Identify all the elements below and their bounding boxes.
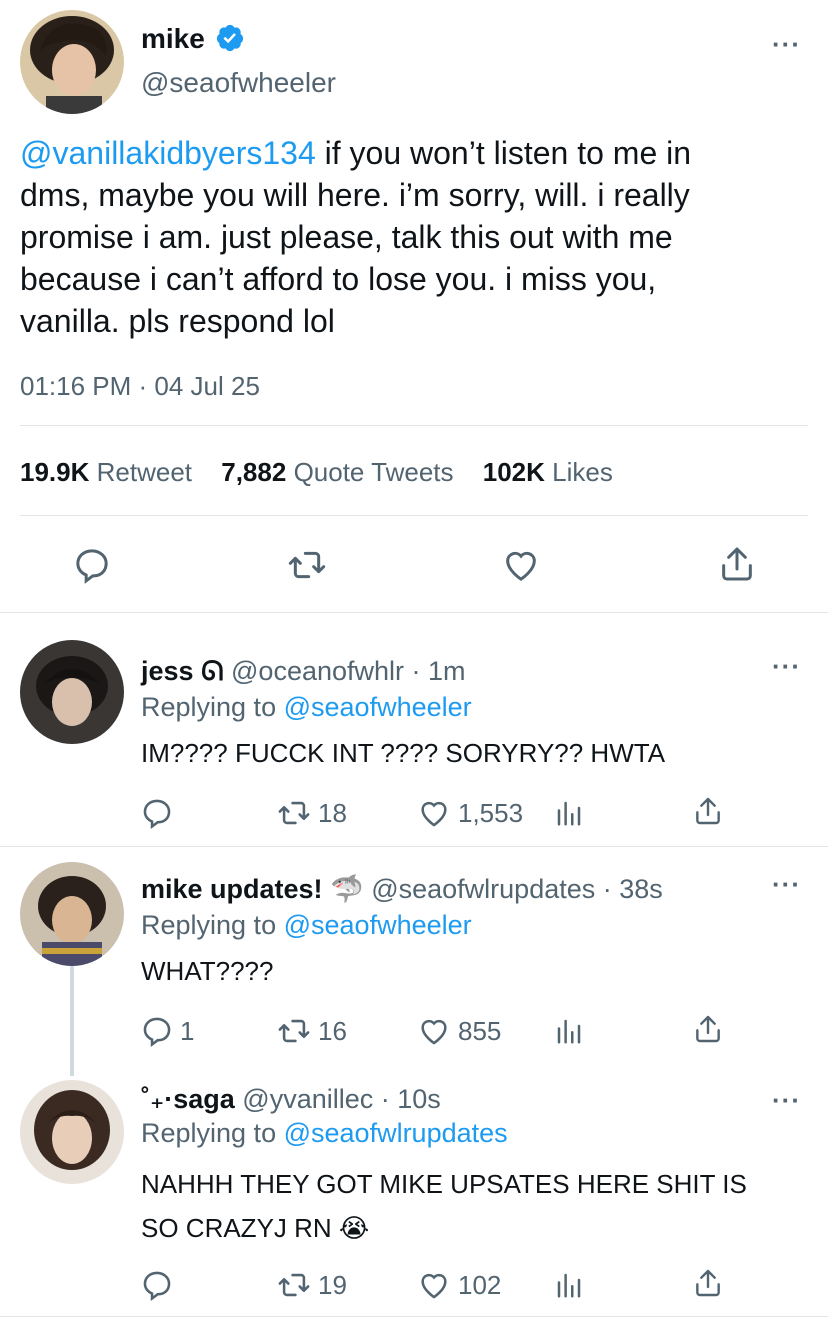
analytics-icon: [557, 1273, 581, 1298]
replying-to: Replying to @seaofwheeler: [141, 692, 472, 722]
handle[interactable]: @seaofwheeler: [141, 66, 336, 100]
divider: [0, 1316, 828, 1317]
quote-stat[interactable]: 7,882 Quote Tweets: [221, 457, 453, 487]
reply-button[interactable]: [72, 545, 112, 585]
reply-text: IM???? FUCCK INT ???? SORYRY?? HWTA: [141, 738, 666, 768]
analytics-icon: [557, 801, 581, 826]
more-icon[interactable]: ···: [772, 871, 801, 897]
more-icon[interactable]: ···: [772, 31, 801, 57]
share-button[interactable]: [692, 1012, 724, 1046]
name-emoji: ᘏ: [201, 656, 224, 686]
retweet-button[interactable]: 18: [276, 796, 347, 830]
reply-header: ˚₊·saga @yvanillec · 10s: [141, 1082, 441, 1116]
retweet-icon: [278, 1019, 310, 1043]
retweet-stat[interactable]: 19.9K Retweet: [20, 457, 192, 487]
reply-header: jess ᘏ @oceanofwhlr · 1m: [141, 654, 466, 688]
likes-stat[interactable]: 102K Likes: [483, 457, 613, 487]
reply-icon: [143, 1017, 171, 1048]
share-icon: [722, 547, 752, 581]
retweet-icon: [278, 801, 310, 825]
reply-header: mike updates! 🦈 @seaofwlrupdates · 38s: [141, 872, 663, 906]
reply-button[interactable]: 1: [140, 1014, 194, 1048]
reply-button[interactable]: [140, 796, 180, 830]
analytics-button[interactable]: [554, 798, 584, 828]
engagement-stats: 19.9K Retweet 7,882 Quote Tweets 102K Li…: [20, 455, 613, 489]
share-icon: [696, 797, 720, 825]
reply-icon: [143, 799, 171, 830]
handle-time[interactable]: @oceanofwhlr · 1m: [231, 656, 466, 686]
display-name[interactable]: mike: [141, 22, 245, 56]
like-icon: [421, 801, 447, 827]
replying-to-link[interactable]: @seaofwheeler: [284, 910, 472, 940]
analytics-icon: [557, 1019, 581, 1044]
reply-icon: [76, 549, 108, 584]
replying-to-link[interactable]: @seaofwlrupdates: [284, 1118, 508, 1148]
like-button[interactable]: [500, 545, 542, 585]
reply-button[interactable]: [140, 1268, 180, 1302]
divider: [0, 846, 828, 847]
avatar[interactable]: [20, 640, 124, 744]
handle-time[interactable]: @seaofwlrupdates · 38s: [371, 874, 663, 904]
share-icon: [696, 1015, 720, 1043]
retweet-button[interactable]: 19: [276, 1268, 347, 1302]
reply-icon: [143, 1271, 171, 1302]
share-button[interactable]: [692, 794, 724, 828]
replying-to: Replying to @seaofwheeler: [141, 910, 472, 940]
like-button[interactable]: 1,553: [416, 796, 523, 830]
verified-badge-icon: [216, 24, 243, 52]
name-emoji: 🦈: [330, 874, 364, 904]
analytics-button[interactable]: [554, 1270, 584, 1300]
like-button[interactable]: 855: [416, 1014, 501, 1048]
timestamp[interactable]: 01:16 PM · 04 Jul 25: [20, 370, 260, 402]
share-icon: [696, 1269, 720, 1297]
more-icon[interactable]: ···: [772, 653, 801, 679]
replying-to-link[interactable]: @seaofwheeler: [284, 692, 472, 722]
like-icon: [421, 1019, 447, 1045]
retweet-button[interactable]: 16: [276, 1014, 347, 1048]
replying-to: Replying to @seaofwlrupdates: [141, 1118, 508, 1148]
avatar[interactable]: [20, 862, 124, 966]
like-icon: [421, 1273, 447, 1299]
share-button[interactable]: [692, 1266, 724, 1300]
mention-link[interactable]: @vanillakidbyers134: [20, 135, 316, 171]
handle-time[interactable]: @yvanillec · 10s: [242, 1084, 440, 1114]
retweet-button[interactable]: [286, 545, 328, 585]
like-button[interactable]: 102: [416, 1268, 501, 1302]
divider: [20, 515, 808, 516]
analytics-button[interactable]: [554, 1016, 584, 1046]
thread-line: [70, 966, 74, 1076]
more-icon[interactable]: ···: [772, 1087, 801, 1113]
divider: [0, 612, 828, 613]
display-name[interactable]: jess: [141, 656, 194, 686]
avatar[interactable]: [20, 10, 124, 114]
divider: [20, 425, 808, 426]
avatar[interactable]: [20, 1080, 124, 1184]
display-name[interactable]: mike updates!: [141, 874, 323, 904]
like-icon: [506, 551, 536, 581]
retweet-icon: [278, 1273, 310, 1297]
display-name[interactable]: ˚₊·saga: [141, 1084, 235, 1114]
share-button[interactable]: [717, 543, 757, 585]
reply-text: NAHHH THEY GOT MIKE UPSATES HERE SHIT IS…: [141, 1169, 747, 1243]
tweet-text: @vanillakidbyers134 if you won’t listen …: [20, 135, 692, 339]
retweet-icon: [288, 551, 326, 579]
reply-text: WHAT????: [141, 956, 274, 986]
